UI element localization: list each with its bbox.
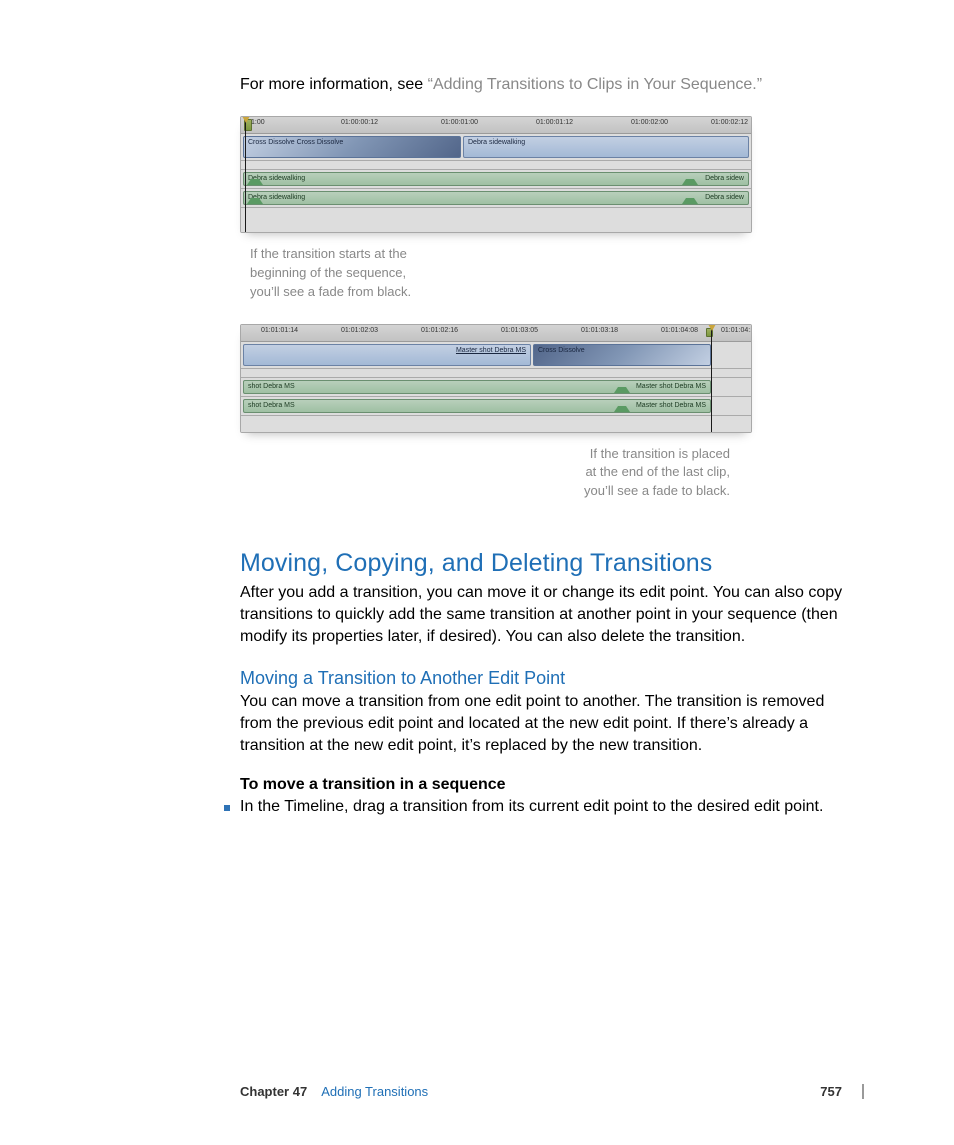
- step-heading: To move a transition in a sequence: [240, 776, 844, 794]
- lead-prefix: For more information, see: [240, 76, 428, 93]
- caption-2: If the transition is placed at the end o…: [110, 445, 844, 502]
- ruler-tick: 01:01:03:05: [501, 327, 538, 334]
- empty-track: [241, 416, 751, 432]
- clip-marker-icon: [682, 173, 698, 185]
- caption-line: you’ll see a fade to black.: [110, 482, 730, 501]
- caption-line: at the end of the last clip,: [110, 463, 730, 482]
- caption-1: If the transition starts at the beginnin…: [250, 245, 844, 302]
- timeline1-ruler: 1:00 01:00:00:12 01:00:01:00 01:00:01:12…: [241, 117, 751, 134]
- step-item: In the Timeline, drag a transition from …: [240, 798, 844, 816]
- clip-marker-icon: [614, 400, 630, 412]
- transition-label: Cross Dissolve: [538, 347, 585, 354]
- clip-label: shot Debra MS: [248, 383, 295, 390]
- ruler-tick: 01:01:04:1: [721, 327, 752, 334]
- footer-page-number: 757: [820, 1084, 842, 1099]
- video-clip[interactable]: Debra sidewalking: [463, 136, 749, 158]
- audio-clip[interactable]: Debra sidewalking Debra sidew: [243, 172, 749, 186]
- bullet-icon: [224, 805, 230, 811]
- clip-marker-icon: [682, 192, 698, 204]
- ruler-tick: 01:00:02:12: [711, 119, 748, 126]
- caption-line: you’ll see a fade from black.: [250, 283, 844, 302]
- footer-chapter: Chapter 47: [240, 1084, 307, 1099]
- caption-line: If the transition starts at the: [250, 245, 844, 264]
- audio-clip[interactable]: Debra sidewalking Debra sidew: [243, 191, 749, 205]
- clip-label-right: Debra sidew: [705, 194, 744, 201]
- ruler-tick: 01:00:01:00: [441, 119, 478, 126]
- step-text: In the Timeline, drag a transition from …: [240, 798, 823, 815]
- clip-marker-icon: [247, 192, 263, 204]
- ruler-tick: 1:00: [251, 119, 265, 126]
- empty-track: [241, 208, 751, 232]
- audio-track-2: Debra sidewalking Debra sidew: [241, 189, 751, 208]
- footer-title: Adding Transitions: [321, 1084, 820, 1099]
- clip-marker-icon: [247, 173, 263, 185]
- ruler-tick: 01:00:01:12: [536, 119, 573, 126]
- clip-marker-icon: [614, 381, 630, 393]
- audio-track-1: shot Debra MS Master shot Debra MS: [241, 378, 751, 397]
- transition-clip[interactable]: Cross Dissolve: [533, 344, 711, 366]
- ruler-tick: 01:01:01:14: [261, 327, 298, 334]
- track-gap: [241, 161, 751, 170]
- subsection-heading: Moving a Transition to Another Edit Poin…: [240, 668, 844, 689]
- audio-track-1: Debra sidewalking Debra sidew: [241, 170, 751, 189]
- ruler-tick: 01:01:03:18: [581, 327, 618, 334]
- ruler-tick: 01:01:02:16: [421, 327, 458, 334]
- timeline-screenshot-2: 01:01:01:14 01:01:02:03 01:01:02:16 01:0…: [240, 324, 752, 433]
- page-footer: Chapter 47 Adding Transitions 757: [240, 1084, 864, 1099]
- track-gap: [241, 369, 751, 378]
- ruler-tick: 01:01:02:03: [341, 327, 378, 334]
- video-track: Master shot Debra MS Cross Dissolve: [241, 342, 751, 369]
- section-paragraph: After you add a transition, you can move…: [240, 582, 844, 648]
- clip-label: Debra sidewalking: [468, 139, 525, 146]
- video-clip[interactable]: Master shot Debra MS: [243, 344, 531, 366]
- clip-label: shot Debra MS: [248, 402, 295, 409]
- clip-label-right: Master shot Debra MS: [636, 383, 706, 390]
- lead-paragraph: For more information, see “Adding Transi…: [240, 76, 844, 94]
- timeline2-ruler: 01:01:01:14 01:01:02:03 01:01:02:16 01:0…: [241, 325, 751, 342]
- ruler-tick: 01:00:00:12: [341, 119, 378, 126]
- audio-clip[interactable]: shot Debra MS Master shot Debra MS: [243, 380, 711, 394]
- transition-left-label: Cross Dissolve: [248, 139, 295, 146]
- caption-line: beginning of the sequence,: [250, 264, 844, 283]
- video-track: Cross Dissolve Cross Dissolve Debra side…: [241, 134, 751, 161]
- timeline-screenshot-1: 1:00 01:00:00:12 01:00:01:00 01:00:01:12…: [240, 116, 752, 233]
- audio-clip[interactable]: shot Debra MS Master shot Debra MS: [243, 399, 711, 413]
- clip-label-right: Master shot Debra MS: [456, 347, 526, 354]
- clip-label-right: Debra sidew: [705, 175, 744, 182]
- clip-label-right: Master shot Debra MS: [636, 402, 706, 409]
- caption-line: If the transition is placed: [110, 445, 730, 464]
- ruler-tick: 01:01:04:08: [661, 327, 698, 334]
- audio-track-2: shot Debra MS Master shot Debra MS: [241, 397, 751, 416]
- lead-link[interactable]: “Adding Transitions to Clips in Your Seq…: [428, 76, 762, 93]
- ruler-tick: 01:00:02:00: [631, 119, 668, 126]
- transition-clip[interactable]: Cross Dissolve Cross Dissolve: [243, 136, 461, 158]
- transition-right-label: Cross Dissolve: [297, 139, 344, 146]
- section-heading: Moving, Copying, and Deleting Transition…: [240, 549, 844, 578]
- subsection-paragraph: You can move a transition from one edit …: [240, 691, 844, 757]
